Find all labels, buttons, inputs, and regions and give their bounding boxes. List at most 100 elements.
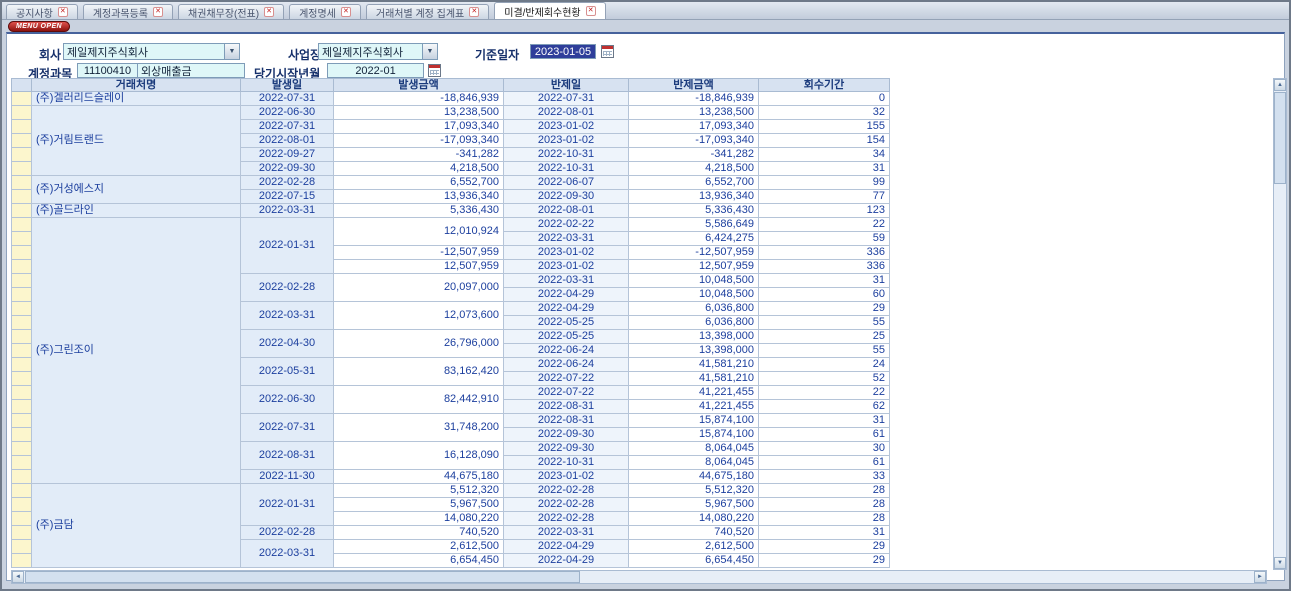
settle-date-cell[interactable]: 2022-04-29 <box>504 288 629 302</box>
collection-days-cell[interactable]: 22 <box>759 386 890 400</box>
settle-amount-cell[interactable]: 12,507,959 <box>629 260 759 274</box>
horizontal-scrollbar[interactable]: ◄ ► <box>11 570 1267 584</box>
collection-days-cell[interactable]: 34 <box>759 148 890 162</box>
occur-amount-cell[interactable]: -341,282 <box>334 148 504 162</box>
row-indicator-cell[interactable] <box>12 358 32 372</box>
settle-amount-cell[interactable]: 740,520 <box>629 526 759 540</box>
collection-days-cell[interactable]: 31 <box>759 526 890 540</box>
tab-1[interactable]: 공지사항✕ <box>6 4 78 19</box>
settle-date-cell[interactable]: 2022-04-29 <box>504 554 629 568</box>
settle-date-cell[interactable]: 2022-02-28 <box>504 484 629 498</box>
row-indicator-cell[interactable] <box>12 470 32 484</box>
row-indicator-cell[interactable] <box>12 442 32 456</box>
scroll-left-icon[interactable]: ◄ <box>12 571 24 583</box>
occur-amount-cell[interactable]: 5,967,500 <box>334 498 504 512</box>
settle-amount-cell[interactable]: 14,080,220 <box>629 512 759 526</box>
collection-days-cell[interactable]: 123 <box>759 204 890 218</box>
tab-4[interactable]: 계정명세✕ <box>289 4 361 19</box>
row-indicator-cell[interactable] <box>12 400 32 414</box>
collection-days-cell[interactable]: 62 <box>759 400 890 414</box>
settle-date-cell[interactable]: 2022-10-31 <box>504 162 629 176</box>
occur-date-cell[interactable]: 2022-08-01 <box>241 134 334 148</box>
collection-days-cell[interactable]: 55 <box>759 344 890 358</box>
row-indicator-cell[interactable] <box>12 316 32 330</box>
occur-amount-cell[interactable]: 740,520 <box>334 526 504 540</box>
scroll-down-icon[interactable]: ▼ <box>1274 557 1286 569</box>
row-indicator-cell[interactable] <box>12 386 32 400</box>
row-indicator-cell[interactable] <box>12 134 32 148</box>
menu-open-button[interactable]: MENU OPEN <box>8 21 70 32</box>
occur-date-cell[interactable]: 2022-07-31 <box>241 120 334 134</box>
row-indicator-cell[interactable] <box>12 106 32 120</box>
collection-days-cell[interactable]: 52 <box>759 372 890 386</box>
settle-amount-cell[interactable]: 6,036,800 <box>629 302 759 316</box>
chevron-down-icon[interactable]: ▼ <box>422 44 437 59</box>
base-date-input[interactable] <box>530 44 596 59</box>
occur-amount-cell[interactable]: 5,336,430 <box>334 204 504 218</box>
collection-days-cell[interactable]: 29 <box>759 302 890 316</box>
row-indicator-cell[interactable] <box>12 232 32 246</box>
occur-amount-cell[interactable]: 6,552,700 <box>334 176 504 190</box>
row-indicator-cell[interactable] <box>12 554 32 568</box>
row-indicator-cell[interactable] <box>12 540 32 554</box>
collection-days-cell[interactable]: 55 <box>759 316 890 330</box>
row-indicator-cell[interactable] <box>12 456 32 470</box>
occur-date-cell[interactable]: 2022-03-31 <box>241 540 334 568</box>
collection-days-cell[interactable]: 33 <box>759 470 890 484</box>
row-indicator-cell[interactable] <box>12 330 32 344</box>
tab-6[interactable]: 미결/반제회수현황✕ <box>494 2 605 19</box>
vertical-scrollbar[interactable]: ▲ ▼ <box>1273 78 1287 570</box>
collection-days-cell[interactable]: 30 <box>759 442 890 456</box>
row-indicator-cell[interactable] <box>12 428 32 442</box>
settle-amount-cell[interactable]: 6,654,450 <box>629 554 759 568</box>
collection-days-cell[interactable]: 28 <box>759 484 890 498</box>
tab-close-icon[interactable]: ✕ <box>58 7 68 17</box>
occur-amount-cell[interactable]: 31,748,200 <box>334 414 504 442</box>
row-indicator-cell[interactable] <box>12 162 32 176</box>
occur-date-cell[interactable]: 2022-03-31 <box>241 302 334 330</box>
occur-date-cell[interactable]: 2022-06-30 <box>241 106 334 120</box>
settle-date-cell[interactable]: 2023-01-02 <box>504 470 629 484</box>
row-indicator-cell[interactable] <box>12 512 32 526</box>
occur-date-cell[interactable]: 2022-07-15 <box>241 190 334 204</box>
occur-date-cell[interactable]: 2022-06-30 <box>241 386 334 414</box>
settle-date-cell[interactable]: 2022-09-30 <box>504 442 629 456</box>
settle-amount-cell[interactable]: 10,048,500 <box>629 274 759 288</box>
collection-days-cell[interactable]: 61 <box>759 456 890 470</box>
settle-date-cell[interactable]: 2022-06-24 <box>504 358 629 372</box>
occur-date-cell[interactable]: 2022-01-31 <box>241 218 334 274</box>
collection-days-cell[interactable]: 154 <box>759 134 890 148</box>
collection-days-cell[interactable]: 59 <box>759 232 890 246</box>
occur-amount-cell[interactable]: 17,093,340 <box>334 120 504 134</box>
settle-date-cell[interactable]: 2022-02-22 <box>504 218 629 232</box>
collection-days-cell[interactable]: 32 <box>759 106 890 120</box>
settle-date-cell[interactable]: 2022-10-31 <box>504 148 629 162</box>
settle-amount-cell[interactable]: 6,552,700 <box>629 176 759 190</box>
occur-date-cell[interactable]: 2022-07-31 <box>241 414 334 442</box>
settle-date-cell[interactable]: 2023-01-02 <box>504 246 629 260</box>
scroll-up-icon[interactable]: ▲ <box>1274 79 1286 91</box>
settle-amount-cell[interactable]: 8,064,045 <box>629 456 759 470</box>
row-indicator-cell[interactable] <box>12 120 32 134</box>
collection-days-cell[interactable]: 28 <box>759 498 890 512</box>
row-indicator-cell[interactable] <box>12 190 32 204</box>
settle-date-cell[interactable]: 2022-08-31 <box>504 414 629 428</box>
settle-amount-cell[interactable]: -341,282 <box>629 148 759 162</box>
occur-amount-cell[interactable]: 12,010,924 <box>334 218 504 246</box>
occur-date-cell[interactable]: 2022-02-28 <box>241 526 334 540</box>
settle-amount-cell[interactable]: 17,093,340 <box>629 120 759 134</box>
settle-date-cell[interactable]: 2022-02-28 <box>504 498 629 512</box>
scroll-right-icon[interactable]: ► <box>1254 571 1266 583</box>
tab-2[interactable]: 계정과목등록✕ <box>83 4 173 19</box>
settle-date-cell[interactable]: 2022-08-01 <box>504 106 629 120</box>
settle-date-cell[interactable]: 2023-01-02 <box>504 120 629 134</box>
calendar-icon[interactable] <box>428 64 441 77</box>
occur-date-cell[interactable]: 2022-09-30 <box>241 162 334 176</box>
row-indicator-cell[interactable] <box>12 288 32 302</box>
row-indicator-cell[interactable] <box>12 218 32 232</box>
settle-date-cell[interactable]: 2022-08-31 <box>504 400 629 414</box>
row-indicator-cell[interactable] <box>12 92 32 106</box>
settle-amount-cell[interactable]: 5,967,500 <box>629 498 759 512</box>
settle-amount-cell[interactable]: 44,675,180 <box>629 470 759 484</box>
occur-amount-cell[interactable]: 82,442,910 <box>334 386 504 414</box>
